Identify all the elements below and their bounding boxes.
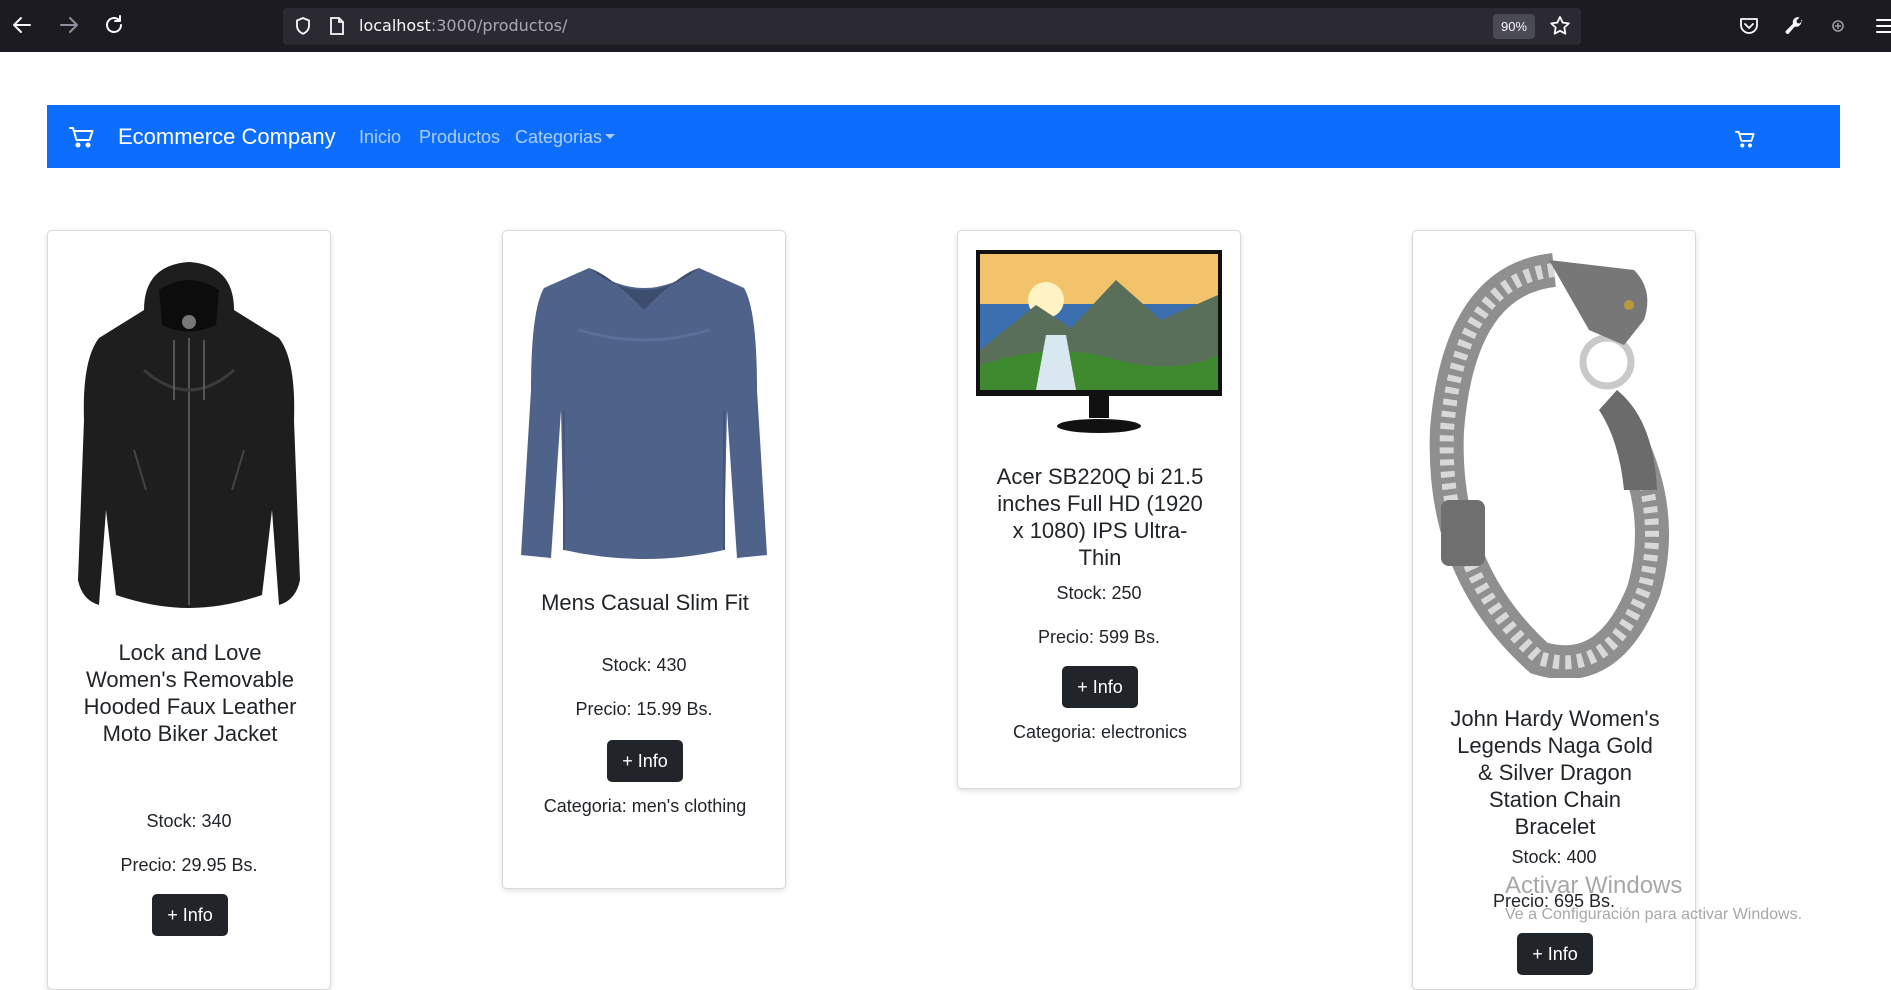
nav-link-productos[interactable]: Productos [419,127,500,148]
brand-link[interactable]: Ecommerce Company [118,124,336,150]
info-button[interactable]: + Info [1517,933,1593,975]
product-card: Lock and Love Women's Removable Hooded F… [47,230,331,990]
product-category: Categoria: electronics [1012,722,1188,742]
product-image [1413,250,1695,678]
chevron-down-icon [605,134,616,140]
extension-icon[interactable] [1826,14,1850,38]
product-stock: Stock: 250 [1056,583,1142,603]
browser-toolbar: localhost:3000/productos/ 90% [0,0,1891,52]
zoom-badge[interactable]: 90% [1493,14,1535,39]
cart-icon[interactable] [1735,130,1755,148]
info-button[interactable]: + Info [1062,666,1138,708]
info-button[interactable]: + Info [152,894,228,936]
info-button[interactable]: + Info [607,740,683,782]
star-icon[interactable] [1548,14,1572,38]
product-image [958,250,1240,434]
navbar: Ecommerce Company Inicio Productos Categ… [47,105,1840,168]
product-title: Mens Casual Slim Fit [541,590,749,615]
back-icon[interactable] [10,13,34,37]
product-title: Lock and Love Women's Removable Hooded F… [83,640,297,746]
nav-dropdown-label: Categorias [515,127,603,147]
cart-icon[interactable] [69,125,95,149]
product-card: Mens Casual Slim Fit Stock: 430 Precio: … [502,230,786,889]
nav-link-inicio[interactable]: Inicio [359,127,401,148]
pocket-icon[interactable] [1737,14,1761,38]
product-stock: Stock: 340 [146,811,232,831]
nav-dropdown-categorias[interactable]: Categorias [515,127,616,148]
reload-icon[interactable] [102,13,126,37]
product-title: Acer SB220Q bi 21.5 inches Full HD (1920… [996,464,1204,570]
shield-icon[interactable] [293,16,313,36]
product-title: John Hardy Women's Legends Naga Gold & S… [1450,706,1660,839]
product-price: Precio: 599 Bs. [1037,627,1161,647]
product-card: Acer SB220Q bi 21.5 inches Full HD (1920… [957,230,1241,789]
product-category: Categoria: men's clothing [543,796,747,816]
wrench-icon[interactable] [1782,14,1806,38]
product-image [48,250,330,612]
url-host: localhost [359,16,431,35]
watermark-title: Activar Windows [1505,872,1683,899]
page-icon[interactable] [328,16,346,36]
menu-icon[interactable] [1873,14,1891,38]
product-stock: Stock: 430 [601,655,687,675]
forward-icon[interactable] [57,13,81,37]
product-image [503,250,785,562]
product-price: Precio: 29.95 Bs. [120,855,258,875]
product-stock: Stock: 400 [1511,847,1597,867]
product-price: Precio: 15.99 Bs. [575,699,713,719]
url-text[interactable]: localhost:3000/productos/ [359,16,567,35]
watermark-subtitle: Ve a Configuración para activar Windows. [1505,906,1803,923]
url-path: :3000/productos/ [430,16,568,35]
